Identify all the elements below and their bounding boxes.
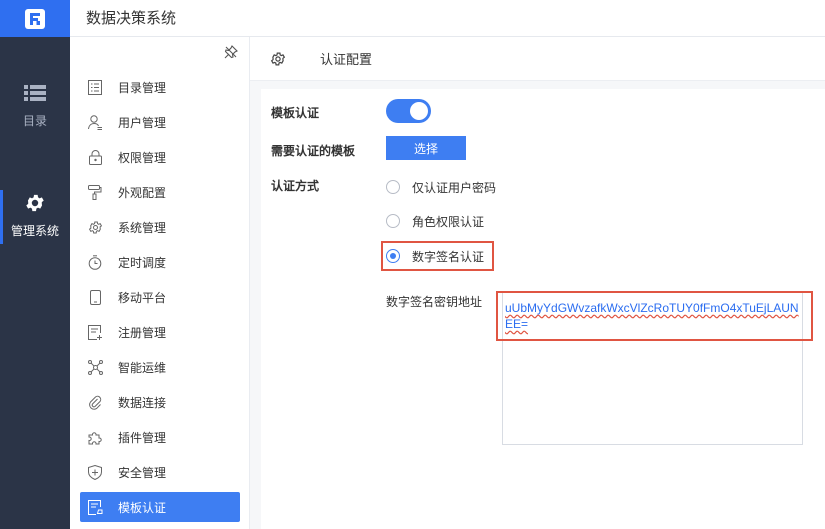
sidebar-item-permission-management[interactable]: 权限管理 [80,142,240,172]
auth-method-label: 认证方式 [271,179,320,193]
register-icon [86,323,104,341]
rail-item-label: 目录 [22,114,47,128]
sidebar-item-label: 插件管理 [118,430,167,445]
link-icon [86,393,104,411]
radio-button[interactable] [386,214,400,228]
list-icon [24,80,46,106]
sidebar-item-label: 注册管理 [118,325,167,340]
sidebar-item-security-management[interactable]: 安全管理 [80,457,240,487]
rail-item-admin[interactable]: 管理系统 [0,190,70,244]
pin-icon[interactable] [224,45,238,59]
sidebar-item-user-management[interactable]: 用户管理 [80,107,240,137]
user-icon [86,113,104,131]
signature-url-label: 数字签名密钥地址 [386,295,483,309]
page-title: 认证配置 [320,53,373,68]
radio-button[interactable] [386,180,400,194]
template-auth-icon [86,498,104,516]
toggle-knob [410,102,428,120]
settings-icon [86,218,104,236]
select-template-button[interactable]: 选择 [386,136,466,160]
sidebar-item-mobile-platform[interactable]: 移动平台 [80,282,240,312]
paint-roller-icon [86,183,104,201]
logo-icon [25,8,45,29]
radio-option-role-permission[interactable]: 角色权限认证 [386,211,484,231]
sidebar-item-label: 目录管理 [118,80,167,95]
need-auth-template-label: 需要认证的模板 [271,144,356,158]
network-icon [86,358,104,376]
highlight-box-signature-url [496,291,813,341]
radio-label: 仅认证用户密码 [412,180,497,195]
sidebar-item-label: 定时调度 [118,255,167,270]
sidebar-item-label: 安全管理 [118,465,167,480]
sidebar-item-label: 外观配置 [118,185,167,200]
content-header: 认证配置 [250,37,825,81]
catalog-icon [86,78,104,96]
app-title: 数据决策系统 [86,9,177,27]
sidebar-item-appearance-config[interactable]: 外观配置 [80,177,240,207]
highlight-box-signature-option [381,241,494,271]
mobile-icon [86,288,104,306]
gear-icon [24,190,46,216]
radio-label: 角色权限认证 [412,214,485,229]
sidebar-item-data-connection[interactable]: 数据连接 [80,387,240,417]
sidebar-item-registration-management[interactable]: 注册管理 [80,317,240,347]
sidebar-item-catalog-management[interactable]: 目录管理 [80,72,240,102]
shield-icon [86,463,104,481]
radio-option-user-password[interactable]: 仅认证用户密码 [386,177,496,197]
sidebar-item-system-management[interactable]: 系统管理 [80,212,240,242]
sidebar-item-label: 数据连接 [118,395,167,410]
sidebar-item-label: 模板认证 [118,500,167,515]
lock-icon [86,148,104,166]
app-logo[interactable] [0,0,70,37]
top-bar: 数据决策系统 [0,0,825,37]
template-auth-toggle[interactable] [386,99,431,123]
settings-icon [270,52,286,65]
active-marker [0,190,3,244]
auth-config-panel: 模板认证 需要认证的模板 选择 认证方式 仅认证用户密码 角色权限认证 数字签名… [261,89,825,529]
puzzle-icon [86,428,104,446]
sidebar-item-smart-ops[interactable]: 智能运维 [80,352,240,382]
sidebar-item-label: 移动平台 [118,290,167,305]
timer-icon [86,253,104,271]
sidebar-item-plugin-management[interactable]: 插件管理 [80,422,240,452]
sidebar-item-label: 智能运维 [118,360,167,375]
sidebar-item-scheduled-tasks[interactable]: 定时调度 [80,247,240,277]
main-content: 认证配置 模板认证 需要认证的模板 选择 认证方式 仅认证用户密码 角色权限认证… [250,37,825,529]
left-rail: 目录 管理系统 [0,37,70,529]
sidebar-item-label: 用户管理 [118,115,167,130]
rail-item-catalog[interactable]: 目录 [0,80,70,129]
rail-item-label: 管理系统 [10,224,59,238]
sidebar-item-template-auth[interactable]: 模板认证 [80,492,240,522]
sidebar-item-label: 系统管理 [118,220,167,235]
sidebar-item-label: 权限管理 [118,150,167,165]
sidebar-menu: 目录管理 用户管理 权限管理 外观配置 系统管理 定时调度 移动平台 注册管理 … [70,37,250,529]
template-auth-label: 模板认证 [271,106,320,120]
